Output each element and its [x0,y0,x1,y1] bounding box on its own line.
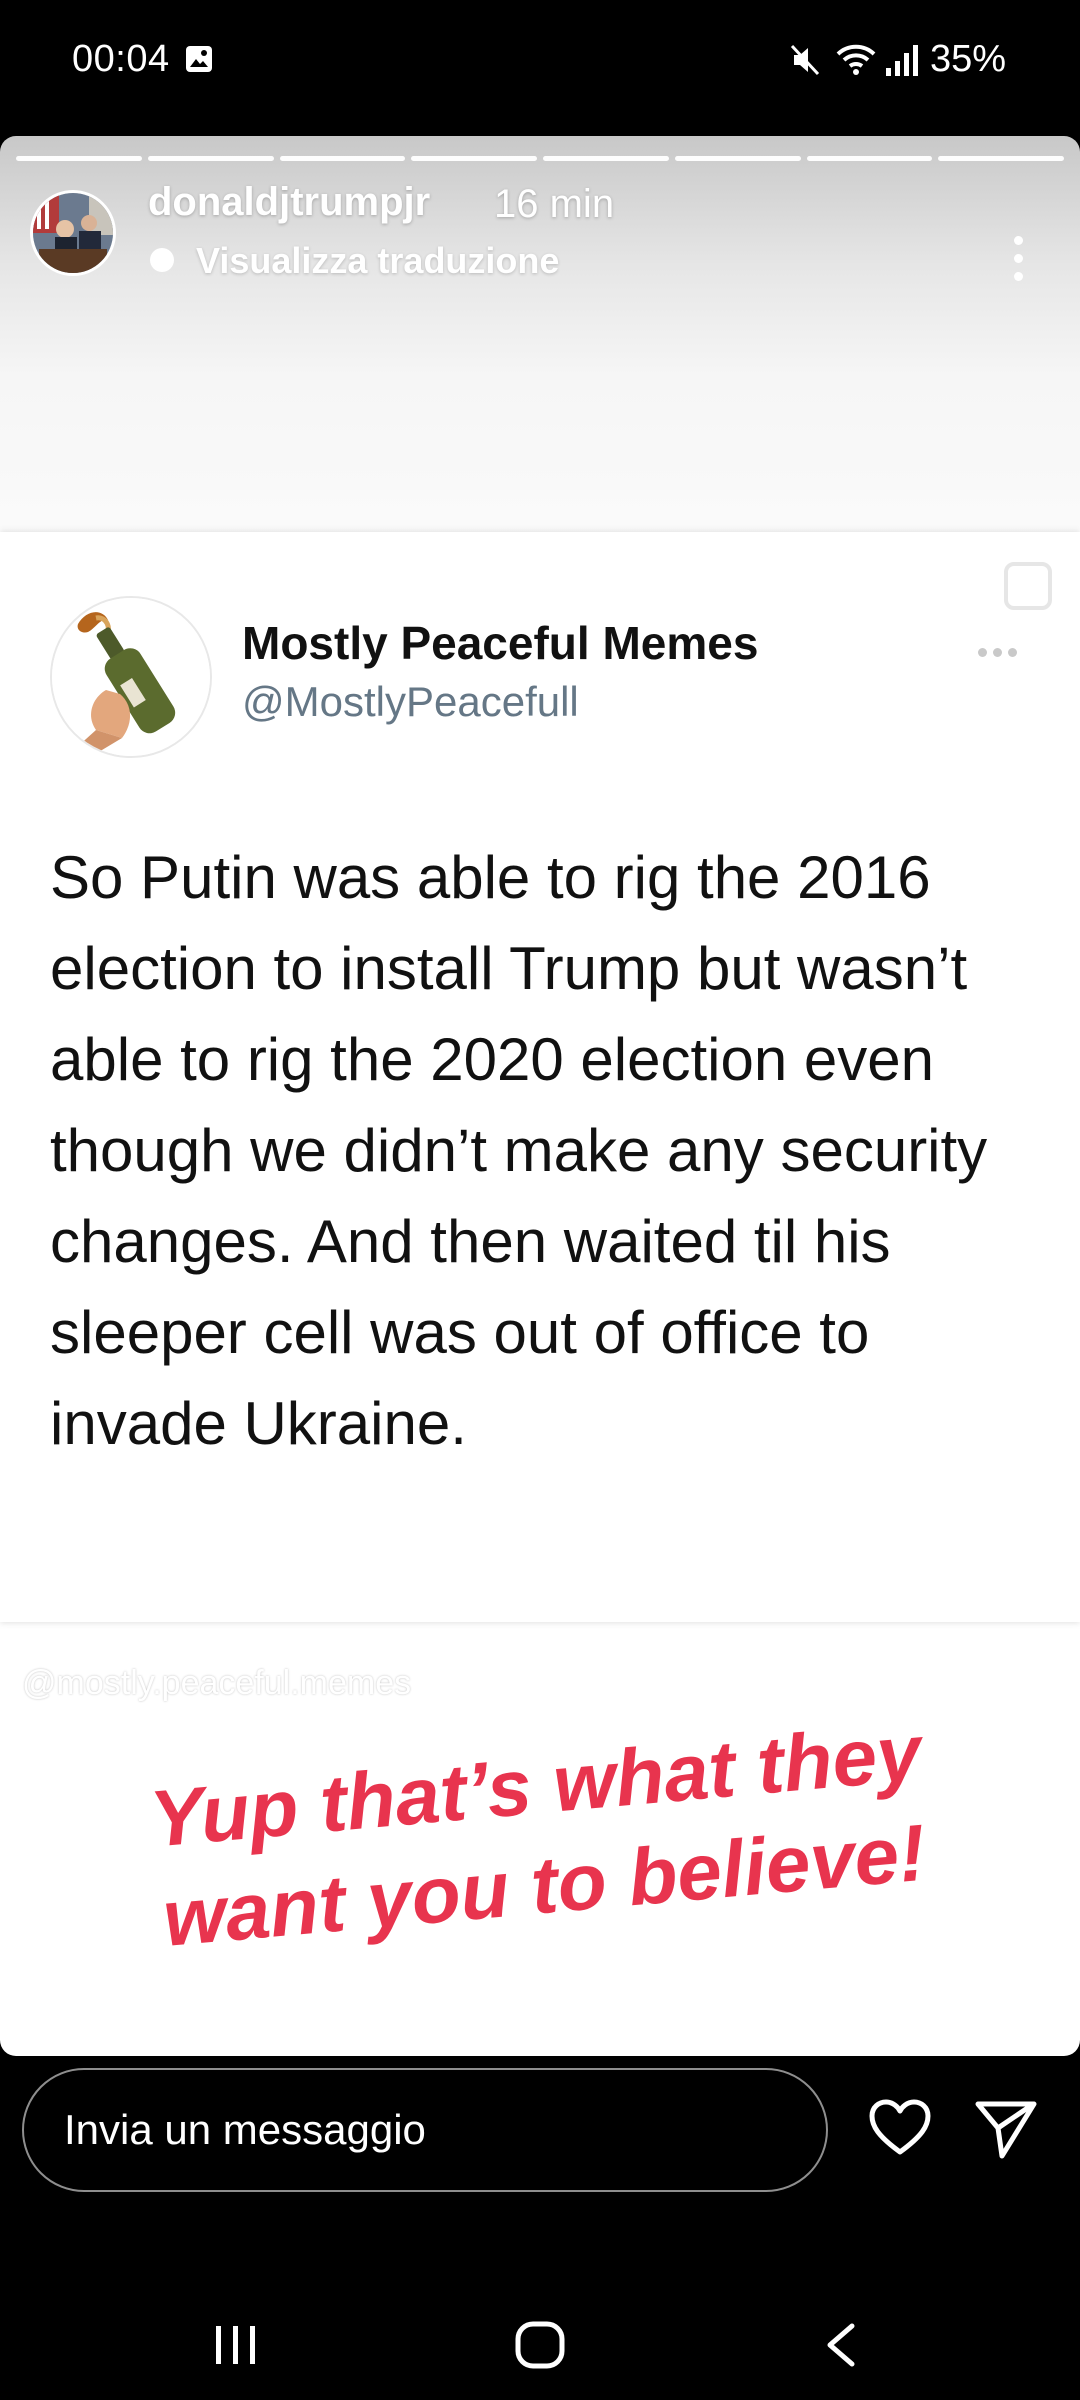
battery-level: 35% [930,38,1007,80]
send-message-input[interactable]: Invia un messaggio [22,2068,828,2192]
tweet-avatar [50,596,212,758]
system-navigation-bar [0,2270,1080,2400]
story-header: donaldjtrumpjr 16 min Visualizza traduzi… [0,176,1080,286]
send-direct-icon[interactable] [974,2098,1038,2160]
tweet-card: Mostly Peaceful Memes @MostlyPeacefull S… [0,532,1080,1622]
home-icon[interactable] [514,2320,566,2370]
more-dot-icon [1013,272,1023,281]
tweet-handle: @MostlyPeacefull [242,678,579,725]
more-dot-icon [1013,236,1023,245]
story-time-ago: 16 min [494,182,615,226]
back-icon[interactable] [820,2322,860,2368]
avatar-image [33,193,113,273]
progress-segment [806,156,933,161]
watermark-text: @mostly.peaceful.memes [22,1664,412,1702]
translate-icon [150,248,174,272]
progress-segment [279,156,406,161]
status-bar: 00:04 35% [0,0,1080,130]
wifi-icon [836,44,876,75]
story-progress-bar [16,156,1064,161]
story-username[interactable]: donaldjtrumpjr [148,180,430,225]
progress-segment [411,156,537,161]
status-time: 00:04 [72,38,170,80]
tweet-more-dot [993,648,1002,657]
molotov-bottle-icon [52,598,210,756]
view-translation-link[interactable]: Visualizza traduzione [196,240,559,282]
tweet-text: So Putin was able to rig the 2016 electi… [50,844,988,1457]
tweet-more-dot [1008,648,1017,657]
progress-segment [674,156,801,161]
tweet-more-dot [978,648,987,657]
mute-icon [790,44,820,76]
more-dot-icon [1013,254,1023,263]
progress-segment [16,156,142,161]
more-options-button[interactable] [1000,236,1036,296]
progress-segment [543,156,669,161]
tweet-display-name: Mostly Peaceful Memes [242,617,759,669]
progress-segment [938,156,1064,161]
gallery-icon [186,46,212,72]
checkbox-icon [1004,562,1052,610]
progress-segment [147,156,274,161]
recent-apps-icon[interactable] [212,2324,260,2366]
signal-icon [886,45,918,76]
story-caption: Yup that’s what they want you to believe… [53,1695,1027,1978]
tweet-more-icon [978,648,1017,657]
story-viewer[interactable]: donaldjtrumpjr 16 min Visualizza traduzi… [0,136,1080,2056]
like-heart-icon[interactable] [868,2098,932,2158]
profile-avatar[interactable] [30,190,116,276]
